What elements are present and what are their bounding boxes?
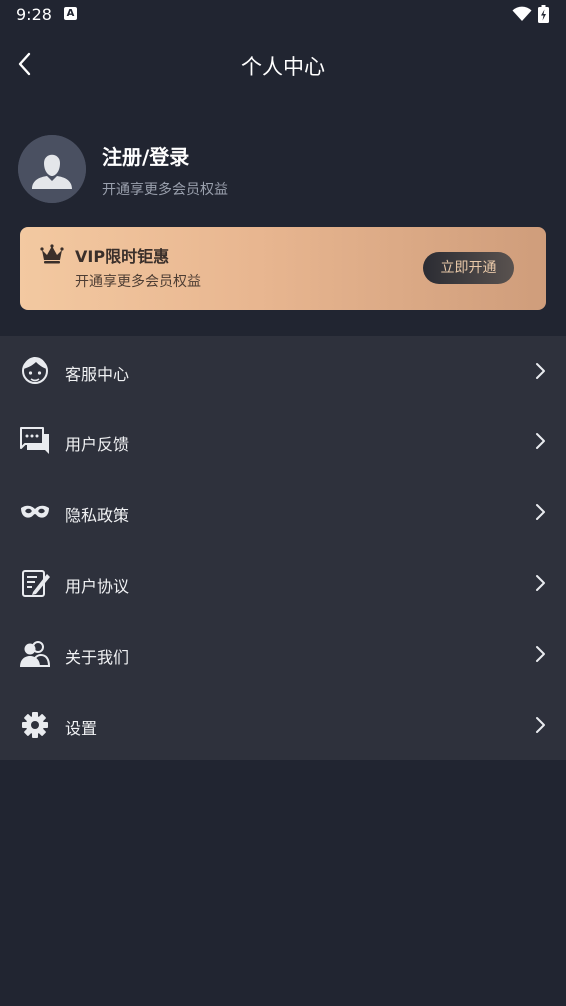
menu-label: 关于我们 (65, 648, 130, 667)
mask-icon (21, 505, 49, 518)
vip-subtitle: 开通享更多会员权益 (75, 274, 201, 290)
settings-menu: 客服中心 用户反馈 隐私政策 用户协议 关于我们 设置 (0, 336, 566, 760)
notification-a-icon: A (64, 7, 77, 20)
feedback-icon (20, 427, 49, 454)
agreement-icon (22, 570, 50, 597)
vip-banner[interactable]: VIP限时钜惠 开通享更多会员权益 立即开通 (20, 227, 546, 310)
gear-icon (22, 712, 48, 738)
avatar[interactable] (18, 135, 86, 203)
menu-item-privacy-policy[interactable]: 隐私政策 (0, 477, 566, 547)
menu-label: 客服中心 (65, 365, 130, 384)
menu-item-customer-service[interactable]: 客服中心 (0, 336, 566, 406)
default-avatar-icon (18, 135, 86, 203)
menu-label: 隐私政策 (65, 506, 130, 525)
users-icon (20, 641, 51, 667)
crown-icon (40, 244, 64, 264)
profile-subtitle: 开通享更多会员权益 (102, 182, 228, 198)
menu-item-settings[interactable]: 设置 (0, 690, 566, 760)
chevron-right-icon (536, 433, 545, 449)
menu-label: 设置 (65, 719, 98, 738)
profile-section: 注册/登录 开通享更多会员权益 (18, 135, 548, 205)
status-bar: 9:28 A (0, 0, 566, 30)
page-title: 个人中心 (241, 55, 325, 79)
wifi-icon (512, 6, 532, 21)
menu-label: 用户协议 (65, 577, 130, 596)
chevron-right-icon (536, 575, 545, 591)
profile-screen: 9:28 A 个人中心 注册/登录 开通享更多会员权益 VIP限时钜惠 开通享更… (0, 0, 566, 1006)
customer-service-icon (22, 357, 48, 384)
chevron-right-icon (536, 646, 545, 662)
status-time: 9:28 (16, 5, 52, 24)
login-register-link[interactable]: 注册/登录 (102, 141, 189, 170)
vip-title: VIP限时钜惠 (75, 247, 170, 266)
chevron-right-icon (536, 363, 545, 379)
menu-item-about-us[interactable]: 关于我们 (0, 619, 566, 689)
open-vip-button[interactable]: 立即开通 (423, 252, 514, 284)
menu-label: 用户反馈 (65, 435, 130, 454)
chevron-right-icon (536, 717, 545, 733)
battery-icon (538, 5, 549, 23)
menu-item-user-agreement[interactable]: 用户协议 (0, 548, 566, 618)
menu-item-feedback[interactable]: 用户反馈 (0, 406, 566, 476)
chevron-right-icon (536, 504, 545, 520)
app-header: 个人中心 (0, 40, 566, 88)
